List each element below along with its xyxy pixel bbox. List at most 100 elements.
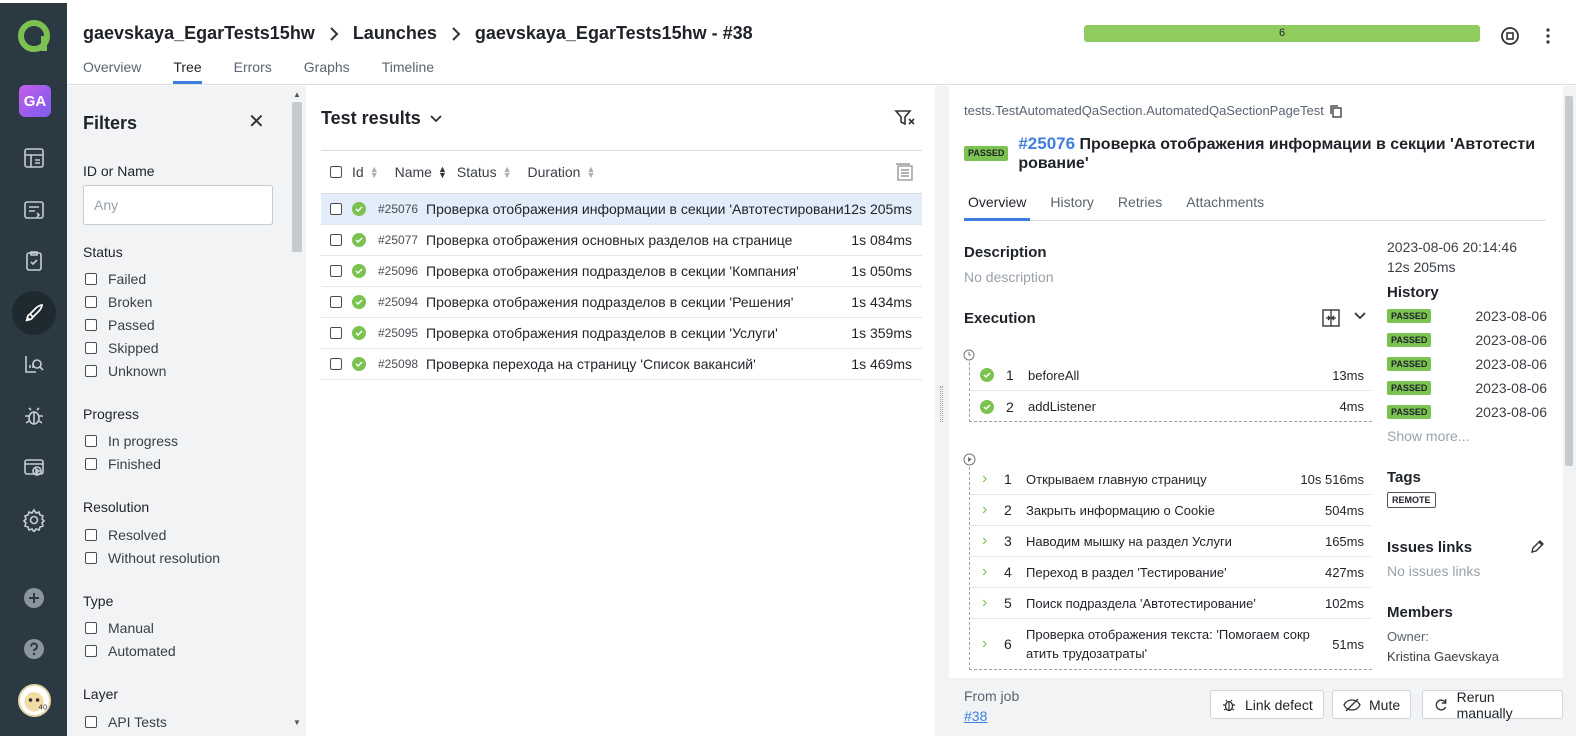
resolution-without-checkbox[interactable]: Without resolution [85,550,220,566]
row-checkbox[interactable] [330,358,342,370]
tab-detail-retries[interactable]: Retries [1114,194,1166,221]
rerun-icon [1435,698,1447,711]
type-manual-checkbox[interactable]: Manual [85,620,154,636]
test-title-line1: Проверка отображения информации в секции… [1079,136,1536,153]
job-link[interactable]: #38 [964,708,987,724]
test-step[interactable]: › 5 Поиск подраздела 'Автотестирование' … [970,588,1371,619]
panel-splitter[interactable] [935,86,949,736]
setup-step[interactable]: 2 addListener 4ms [970,391,1371,422]
defects-icon[interactable] [20,402,48,430]
test-step[interactable]: › 1 Открываем главную страницу 10s 516ms [970,464,1371,495]
test-results-title[interactable]: Test results [321,108,443,129]
col-name[interactable]: Name ▲ ▼ [395,164,447,180]
copy-icon[interactable] [1329,104,1343,118]
row-checkbox[interactable] [330,203,342,215]
expand-steps-icon[interactable] [1321,308,1341,328]
history-row[interactable]: PASSED 2023-08-06 [1387,404,1547,420]
progress-inprogress-checkbox[interactable]: In progress [85,433,178,449]
breadcrumb-project[interactable]: gaevskaya_EgarTests15hw [83,23,315,44]
mute-button[interactable]: Mute [1332,690,1412,719]
testcases-icon[interactable] [20,196,48,224]
more-menu-icon[interactable] [1537,25,1559,47]
passed-icon [352,326,366,340]
show-more-link[interactable]: Show more... [1387,428,1469,444]
test-step[interactable]: › 4 Переход в раздел 'Тестирование' 427m… [970,557,1371,588]
row-checkbox[interactable] [330,327,342,339]
table-row[interactable]: #25094 Проверка отображения подразделов … [321,287,922,318]
stop-icon[interactable] [1499,25,1521,47]
edit-icon[interactable] [1529,539,1545,555]
status-passed-checkbox[interactable]: Passed [85,317,155,333]
analytics-icon[interactable] [20,350,48,378]
row-id: #25077 [378,233,419,247]
tab-tree[interactable]: Tree [173,59,202,84]
test-step[interactable]: › 6 Проверка отображения текста: 'Помога… [970,619,1371,669]
chevron-right-icon: › [982,594,988,611]
history-row[interactable]: PASSED 2023-08-06 [1387,356,1547,372]
breadcrumb-launches[interactable]: Launches [353,23,437,44]
table-row[interactable]: #25077 Проверка отображения основных раз… [321,225,922,256]
add-icon[interactable] [20,584,48,612]
test-id-link[interactable]: #25076 [1018,134,1075,153]
tab-detail-history[interactable]: History [1046,194,1098,221]
project-avatar[interactable]: GA [19,85,51,117]
select-all-checkbox[interactable] [330,166,342,178]
tab-errors[interactable]: Errors [234,59,272,84]
history-row[interactable]: PASSED 2023-08-06 [1387,308,1547,324]
test-step[interactable]: › 3 Наводим мышку на раздел Услуги 165ms [970,526,1371,557]
settings-icon[interactable] [20,506,48,534]
table-row[interactable]: #25096 Проверка отображения подразделов … [321,256,922,287]
id-name-input[interactable]: Any [83,185,273,225]
row-checkbox[interactable] [330,296,342,308]
progress-finished-checkbox[interactable]: Finished [85,456,161,472]
table-row[interactable]: #25098 Проверка перехода на страницу 'Сп… [321,349,922,380]
tab-overview[interactable]: Overview [83,59,141,84]
app-logo-icon[interactable] [17,19,51,53]
resolution-resolved-checkbox[interactable]: Resolved [85,527,166,543]
tab-timeline[interactable]: Timeline [382,59,434,84]
user-avatar[interactable]: 40 [18,684,51,717]
col-duration[interactable]: Duration ▲ ▼ [528,164,596,180]
tab-detail-attachments[interactable]: Attachments [1182,194,1268,221]
type-automated-checkbox[interactable]: Automated [85,643,176,659]
status-broken-checkbox[interactable]: Broken [85,294,152,310]
test-step[interactable]: › 2 Закрыть информацию о Cookie 504ms [970,495,1371,526]
sort-icon: ▲ ▼ [369,164,379,180]
tag-remote[interactable]: REMOTE [1387,492,1436,508]
link-defect-button[interactable]: Link defect [1210,690,1324,719]
chevron-down-icon[interactable] [1353,311,1367,321]
chevron-right-icon [452,26,461,41]
status-failed-checkbox[interactable]: Failed [85,271,146,287]
launches-icon[interactable] [12,291,56,335]
rerun-manually-button[interactable]: Rerun manually [1422,689,1563,721]
filters-scrollbar[interactable]: ▲ ▼ [289,86,305,736]
columns-settings-icon[interactable] [894,162,914,182]
help-icon[interactable] [20,635,48,663]
history-row[interactable]: PASSED 2023-08-06 [1387,380,1547,396]
id-name-label: ID or Name [83,163,155,179]
testplans-icon[interactable] [20,247,48,275]
scroll-up-icon[interactable]: ▲ [293,90,301,99]
tab-graphs[interactable]: Graphs [304,59,350,84]
col-id[interactable]: Id ▲ ▼ [352,164,379,180]
row-checkbox[interactable] [330,234,342,246]
table-row[interactable]: #25095 Проверка отображения подразделов … [321,318,922,349]
layer-api-checkbox[interactable]: API Tests [85,714,167,730]
history-row[interactable]: PASSED 2023-08-06 [1387,332,1547,348]
close-icon[interactable]: ✕ [248,109,265,134]
setup-step[interactable]: 1 beforeAll 13ms [970,360,1371,391]
status-skipped-checkbox[interactable]: Skipped [85,340,159,356]
scrollbar-thumb[interactable] [292,102,302,252]
scrollbar-thumb[interactable] [1565,96,1573,466]
col-status[interactable]: Status ▲ ▼ [457,164,512,180]
scroll-down-icon[interactable]: ▼ [293,718,301,727]
launch-progress-bar[interactable]: 6 [1084,25,1480,42]
tab-detail-overview[interactable]: Overview [964,194,1031,221]
status-unknown-checkbox[interactable]: Unknown [85,363,166,379]
row-checkbox[interactable] [330,265,342,277]
clear-filter-icon[interactable] [894,108,916,128]
detail-scrollbar[interactable] [1563,86,1576,736]
table-row[interactable]: #25076 Проверка отображения информации в… [321,194,922,225]
jobs-icon[interactable] [20,454,48,482]
dashboard-icon[interactable] [20,144,48,172]
